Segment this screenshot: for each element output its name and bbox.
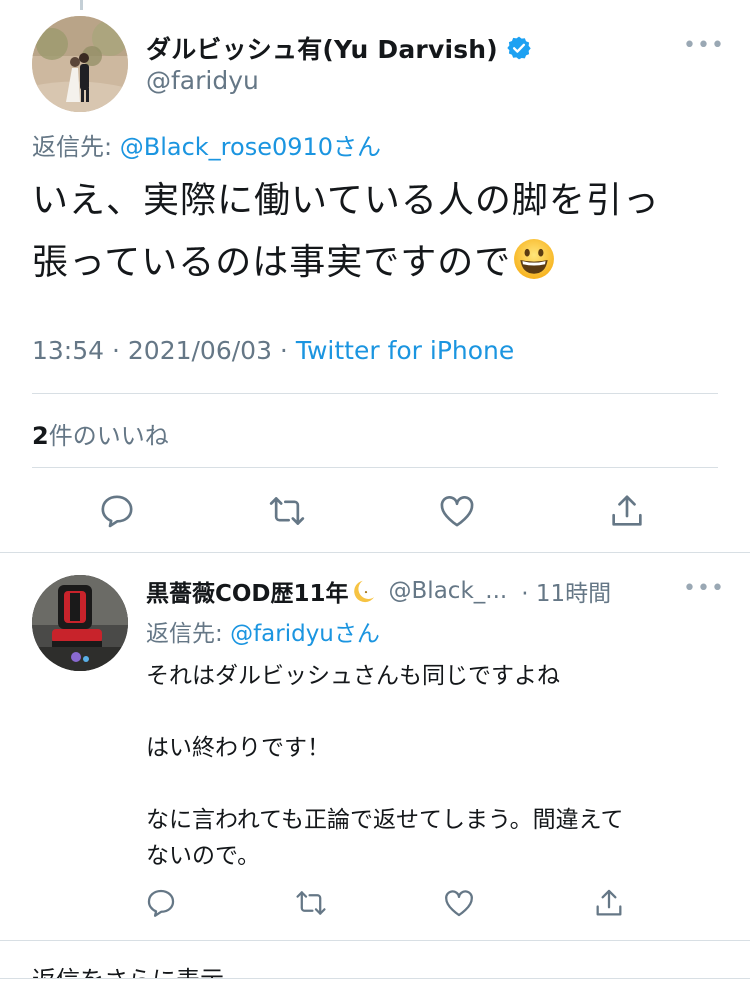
crescent-moon-emoji-icon	[353, 580, 374, 603]
reply-button[interactable]	[97, 491, 137, 531]
likes-label: 件のいいね	[48, 422, 169, 450]
reply-share-button[interactable]	[592, 886, 626, 920]
divider	[32, 393, 718, 394]
reply-header[interactable]: 黒薔薇COD歴11年 @Black_... · 11時間	[146, 574, 611, 608]
share-button[interactable]	[607, 491, 647, 531]
likes-count-link[interactable]: 2件のいいね	[32, 416, 169, 451]
reply-text-line: はい終わりです！	[146, 735, 330, 761]
reply-to-mention-link[interactable]: @faridyuさん	[230, 621, 380, 647]
reply-author-handle[interactable]: @Black_...	[389, 578, 508, 604]
reply-to-label: 返信先:	[32, 133, 113, 161]
like-button[interactable]	[437, 491, 477, 531]
thread-connector-line	[80, 0, 83, 10]
share-icon	[612, 495, 642, 526]
tweet-source-link[interactable]: Twitter for iPhone	[296, 336, 514, 365]
reply-text-line: なに言われても正論で返せてしまう。間違えて	[146, 807, 624, 833]
author-avatar[interactable]	[32, 16, 128, 112]
likes-count: 2	[32, 422, 49, 450]
author-display-name[interactable]: ダルビッシュ有(Yu Darvish)	[146, 30, 498, 66]
tweet-text-line: 張っているのは事実ですので	[32, 242, 512, 283]
retweet-icon	[269, 497, 305, 525]
tweet-text-line-with-emoji: 張っているのは事実ですので	[32, 232, 722, 294]
author-name-row[interactable]: ダルビッシュ有(Yu Darvish)	[146, 30, 532, 66]
tweet-timestamp[interactable]: 13:54 · 2021/06/03 ·	[32, 336, 296, 365]
reply-author-avatar[interactable]	[32, 575, 128, 671]
reply-to-mention-link[interactable]: @Black_rose0910さん	[120, 133, 381, 161]
tweet-text: いえ、実際に働いている人の脚を引っ 張っているのは事実ですので	[32, 170, 722, 294]
tweet-meta: 13:54 · 2021/06/03 · Twitter for iPhone	[32, 336, 514, 365]
reply-to-label: 返信先:	[146, 621, 223, 647]
heart-icon	[440, 496, 474, 527]
tweet-text-line: いえ、実際に働いている人の脚を引っ	[32, 180, 660, 221]
reply-icon	[101, 495, 133, 528]
reply-to-line: 返信先: @Black_rose0910さん	[32, 127, 381, 162]
reply-author-display-name[interactable]: 黒薔薇COD歴11年	[146, 574, 349, 608]
reply-text-line: それはダルビッシュさんも同じですよね	[146, 663, 560, 689]
reply-reply-to-line: 返信先: @faridyuさん	[146, 614, 380, 648]
reply-retweet-button[interactable]	[294, 886, 328, 920]
heart-icon	[445, 890, 473, 917]
section-divider	[0, 940, 750, 941]
reply-text-line: ないので。	[146, 843, 261, 869]
reply-like-button[interactable]	[442, 886, 476, 920]
share-icon	[596, 889, 622, 916]
reply-timestamp[interactable]: · 11時間	[521, 574, 611, 608]
divider	[32, 467, 718, 468]
more-options-icon[interactable]: •••	[683, 33, 725, 58]
reply-reply-button[interactable]	[144, 886, 178, 920]
retweet-icon	[296, 891, 326, 915]
reply-more-options-icon[interactable]: •••	[683, 576, 725, 601]
reply-icon	[147, 889, 175, 917]
section-divider	[0, 552, 750, 553]
grinning-face-emoji-icon	[514, 239, 555, 279]
retweet-button[interactable]	[267, 491, 307, 531]
bottom-divider	[0, 978, 750, 988]
verified-badge-icon	[507, 36, 531, 60]
author-handle[interactable]: @faridyu	[146, 66, 259, 95]
